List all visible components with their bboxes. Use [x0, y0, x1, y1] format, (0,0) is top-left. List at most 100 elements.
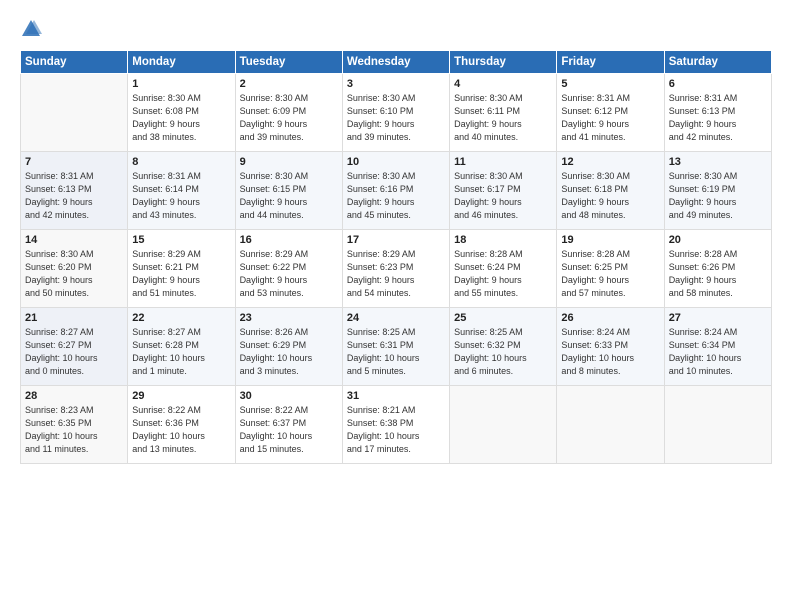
daylight-text-cont: and 53 minutes. — [240, 288, 304, 298]
calendar-cell: 5Sunrise: 8:31 AMSunset: 6:12 PMDaylight… — [557, 74, 664, 152]
logo-icon — [20, 18, 42, 40]
calendar-cell — [557, 386, 664, 464]
day-info: Sunrise: 8:30 AMSunset: 6:16 PMDaylight:… — [347, 170, 445, 222]
calendar-cell: 7 Sunrise: 8:31 AM Sunset: 6:13 PM Daylight… — [21, 152, 128, 230]
calendar-cell: 22Sunrise: 8:27 AMSunset: 6:28 PMDayligh… — [128, 308, 235, 386]
day-number: 11 — [454, 156, 552, 168]
sunrise-text: Sunrise: 8:30 AM — [240, 93, 309, 103]
daylight-text: Daylight: 9 hours — [132, 275, 200, 285]
day-number: 4 — [454, 78, 552, 90]
daylight-text-cont: and 13 minutes. — [132, 444, 196, 454]
daylight-text: Daylight: 9 hours — [454, 197, 522, 207]
day-info: Sunrise: 8:22 AMSunset: 6:37 PMDaylight:… — [240, 404, 338, 456]
sunset-text: Sunset: 6:13 PM — [669, 106, 736, 116]
day-info: Sunrise: 8:27 AMSunset: 6:28 PMDaylight:… — [132, 326, 230, 378]
sunset-text: Sunset: 6:13 PM — [25, 184, 92, 194]
daylight-text-cont: and 58 minutes. — [669, 288, 733, 298]
sunrise-text: Sunrise: 8:24 AM — [669, 327, 738, 337]
daylight-text-cont: and 38 minutes. — [132, 132, 196, 142]
sunrise-text: Sunrise: 8:30 AM — [669, 171, 738, 181]
day-info: Sunrise: 8:26 AMSunset: 6:29 PMDaylight:… — [240, 326, 338, 378]
daylight-text-cont: and 3 minutes. — [240, 366, 299, 376]
sunrise-text: Sunrise: 8:30 AM — [561, 171, 630, 181]
day-info: Sunrise: 8:21 AMSunset: 6:38 PMDaylight:… — [347, 404, 445, 456]
calendar-week-row: 14Sunrise: 8:30 AMSunset: 6:20 PMDayligh… — [21, 230, 772, 308]
daylight-text-cont: and 11 minutes. — [25, 444, 88, 454]
sunrise-text: Sunrise: 8:22 AM — [132, 405, 201, 415]
day-number: 10 — [347, 156, 445, 168]
calendar-cell: 16Sunrise: 8:29 AMSunset: 6:22 PMDayligh… — [235, 230, 342, 308]
calendar-cell: 15Sunrise: 8:29 AMSunset: 6:21 PMDayligh… — [128, 230, 235, 308]
header — [20, 18, 772, 40]
daylight-text-cont: and 46 minutes. — [454, 210, 518, 220]
calendar-cell — [664, 386, 771, 464]
sunrise-text: Sunrise: 8:30 AM — [347, 171, 416, 181]
sunset-text: Sunset: 6:36 PM — [132, 418, 199, 428]
daylight-text: Daylight: 9 hours — [347, 119, 415, 129]
day-number: 3 — [347, 78, 445, 90]
weekday-header: Sunday — [21, 51, 128, 74]
sunset-text: Sunset: 6:19 PM — [669, 184, 736, 194]
daylight-text-cont: and 17 minutes. — [347, 444, 411, 454]
calendar-cell: 20Sunrise: 8:28 AMSunset: 6:26 PMDayligh… — [664, 230, 771, 308]
sunset-text: Sunset: 6:08 PM — [132, 106, 199, 116]
daylight-text-cont: and 45 minutes. — [347, 210, 411, 220]
day-number: 21 — [25, 312, 123, 324]
daylight-text-cont: and 55 minutes. — [454, 288, 518, 298]
day-number: 7 — [25, 156, 123, 168]
calendar-cell — [21, 74, 128, 152]
calendar-cell: 2 Sunrise: 8:30 AMSunset: 6:09 PMDaylight… — [235, 74, 342, 152]
day-info: Sunrise: 8:25 AMSunset: 6:31 PMDaylight:… — [347, 326, 445, 378]
weekday-header: Thursday — [450, 51, 557, 74]
logo — [20, 18, 44, 40]
daylight-text: Daylight: 9 hours — [25, 275, 93, 285]
sunrise-text: Sunrise: 8:31 AM — [25, 171, 94, 181]
sunrise-text: Sunrise: 8:24 AM — [561, 327, 630, 337]
calendar-cell: 30 Sunrise: 8:22 AMSunset: 6:37 PMDayligh… — [235, 386, 342, 464]
calendar-cell: 26Sunrise: 8:24 AMSunset: 6:33 PMDayligh… — [557, 308, 664, 386]
day-info: Sunrise: 8:30 AMSunset: 6:09 PMDaylight:… — [240, 92, 338, 144]
calendar-cell: 19Sunrise: 8:28 AMSunset: 6:25 PMDayligh… — [557, 230, 664, 308]
sunset-text: Sunset: 6:35 PM — [25, 418, 92, 428]
sunset-text: Sunset: 6:37 PM — [240, 418, 307, 428]
daylight-text: Daylight: 9 hours — [132, 119, 200, 129]
sunset-text: Sunset: 6:26 PM — [669, 262, 736, 272]
daylight-text-cont: and 10 minutes. — [669, 366, 733, 376]
calendar-cell: 23Sunrise: 8:26 AMSunset: 6:29 PMDayligh… — [235, 308, 342, 386]
daylight-text: Daylight: 9 hours — [25, 197, 93, 207]
day-number: 5 — [561, 78, 659, 90]
sunset-text: Sunset: 6:23 PM — [347, 262, 414, 272]
day-info: Sunrise: 8:29 AMSunset: 6:21 PMDaylight:… — [132, 248, 230, 300]
calendar-cell: 13Sunrise: 8:30 AMSunset: 6:19 PMDayligh… — [664, 152, 771, 230]
daylight-text: Daylight: 9 hours — [454, 119, 522, 129]
daylight-text: Daylight: 9 hours — [240, 119, 308, 129]
calendar-table: SundayMondayTuesdayWednesdayThursdayFrid… — [20, 50, 772, 464]
sunrise-text: Sunrise: 8:29 AM — [347, 249, 416, 259]
daylight-text: Daylight: 10 hours — [669, 353, 742, 363]
daylight-text: Daylight: 10 hours — [454, 353, 527, 363]
day-number: 2 — [240, 78, 338, 90]
calendar-cell: 28Sunrise: 8:23 AMSunset: 6:35 PMDayligh… — [21, 386, 128, 464]
sunset-text: Sunset: 6:12 PM — [561, 106, 628, 116]
sunset-text: Sunset: 6:16 PM — [347, 184, 414, 194]
sunrise-text: Sunrise: 8:25 AM — [454, 327, 523, 337]
sunrise-text: Sunrise: 8:23 AM — [25, 405, 94, 415]
day-info: Sunrise: 8:29 AMSunset: 6:23 PMDaylight:… — [347, 248, 445, 300]
calendar-cell: 11Sunrise: 8:30 AMSunset: 6:17 PMDayligh… — [450, 152, 557, 230]
calendar-week-row: 7 Sunrise: 8:31 AM Sunset: 6:13 PM Daylight… — [21, 152, 772, 230]
daylight-text-cont: and 42 minutes. — [669, 132, 733, 142]
calendar-week-row: 28Sunrise: 8:23 AMSunset: 6:35 PMDayligh… — [21, 386, 772, 464]
sunrise-text: Sunrise: 8:29 AM — [132, 249, 201, 259]
sunrise-text: Sunrise: 8:27 AM — [25, 327, 94, 337]
sunrise-text: Sunrise: 8:29 AM — [240, 249, 309, 259]
daylight-text-cont: and 39 minutes. — [240, 132, 304, 142]
sunset-text: Sunset: 6:11 PM — [454, 106, 520, 116]
day-info: Sunrise: 8:30 AMSunset: 6:20 PMDaylight:… — [25, 248, 123, 300]
daylight-text: Daylight: 10 hours — [25, 353, 98, 363]
calendar-cell: 4Sunrise: 8:30 AMSunset: 6:11 PMDaylight… — [450, 74, 557, 152]
day-number: 30 — [240, 390, 338, 402]
sunset-text: Sunset: 6:25 PM — [561, 262, 628, 272]
sunrise-text: Sunrise: 8:30 AM — [25, 249, 94, 259]
calendar-week-row: 21Sunrise: 8:27 AMSunset: 6:27 PMDayligh… — [21, 308, 772, 386]
daylight-text: Daylight: 9 hours — [561, 275, 629, 285]
